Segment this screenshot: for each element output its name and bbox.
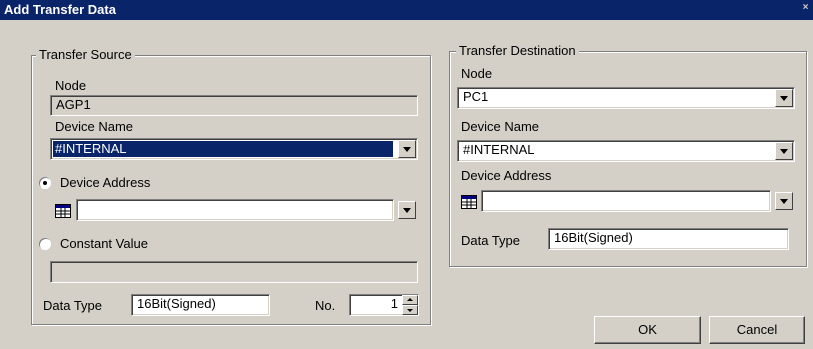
dest-device-name-value: #INTERNAL xyxy=(463,142,535,157)
source-data-type-label: Data Type xyxy=(43,298,103,313)
dest-node-label: Node xyxy=(461,66,493,81)
dest-node-value: PC1 xyxy=(463,89,489,104)
add-transfer-data-dialog: Add Transfer Data × Transfer Source Node… xyxy=(0,0,813,349)
source-device-address-input[interactable] xyxy=(76,199,394,221)
transfer-destination-legend: Transfer Destination xyxy=(456,43,579,58)
source-data-type-field[interactable]: 16Bit(Signed) xyxy=(131,294,270,316)
source-node-label: Node xyxy=(55,78,87,93)
constant-value-radio-label[interactable]: Constant Value xyxy=(60,236,148,251)
chevron-down-icon[interactable] xyxy=(398,140,416,158)
dest-device-name-label: Device Name xyxy=(461,119,540,134)
dest-device-name-select[interactable]: #INTERNAL xyxy=(457,140,795,162)
device-address-radio-label[interactable]: Device Address xyxy=(60,175,150,190)
title-bar: Add Transfer Data × xyxy=(0,0,813,20)
stepper-up-icon[interactable] xyxy=(402,295,418,305)
source-node-field: AGP1 xyxy=(50,95,418,116)
device-address-radio[interactable] xyxy=(39,177,51,189)
dest-data-type-field[interactable]: 16Bit(Signed) xyxy=(548,228,789,250)
source-device-name-label: Device Name xyxy=(55,119,134,134)
no-value: 1 xyxy=(390,296,398,311)
dest-node-select[interactable]: PC1 xyxy=(457,87,795,109)
chevron-down-icon[interactable] xyxy=(775,89,793,107)
cancel-button[interactable]: Cancel xyxy=(709,316,805,344)
constant-value-radio[interactable] xyxy=(39,238,51,250)
ok-button[interactable]: OK xyxy=(594,316,701,344)
window-title: Add Transfer Data xyxy=(4,2,116,17)
chevron-down-icon[interactable] xyxy=(775,142,793,160)
dest-device-address-label: Device Address xyxy=(461,168,552,183)
dest-data-type-label: Data Type xyxy=(461,233,521,248)
source-device-address-dropdown[interactable] xyxy=(394,199,418,221)
no-stepper[interactable]: 1 xyxy=(349,294,419,316)
constant-value-input xyxy=(50,261,418,283)
source-device-name-select[interactable]: #INTERNAL xyxy=(50,138,418,160)
chevron-down-icon[interactable] xyxy=(775,192,793,210)
transfer-source-legend: Transfer Source xyxy=(36,47,135,62)
close-icon[interactable]: × xyxy=(800,3,811,14)
stepper-buttons[interactable] xyxy=(402,295,418,315)
device-address-input-icon[interactable] xyxy=(461,194,477,210)
no-label: No. xyxy=(315,298,336,313)
stepper-down-icon[interactable] xyxy=(402,305,418,315)
device-address-input-icon[interactable] xyxy=(55,203,71,219)
dest-device-address-dropdown[interactable] xyxy=(771,190,795,212)
dest-device-address-input[interactable] xyxy=(481,190,771,212)
source-device-name-value: #INTERNAL xyxy=(53,141,393,157)
chevron-down-icon[interactable] xyxy=(398,201,416,219)
